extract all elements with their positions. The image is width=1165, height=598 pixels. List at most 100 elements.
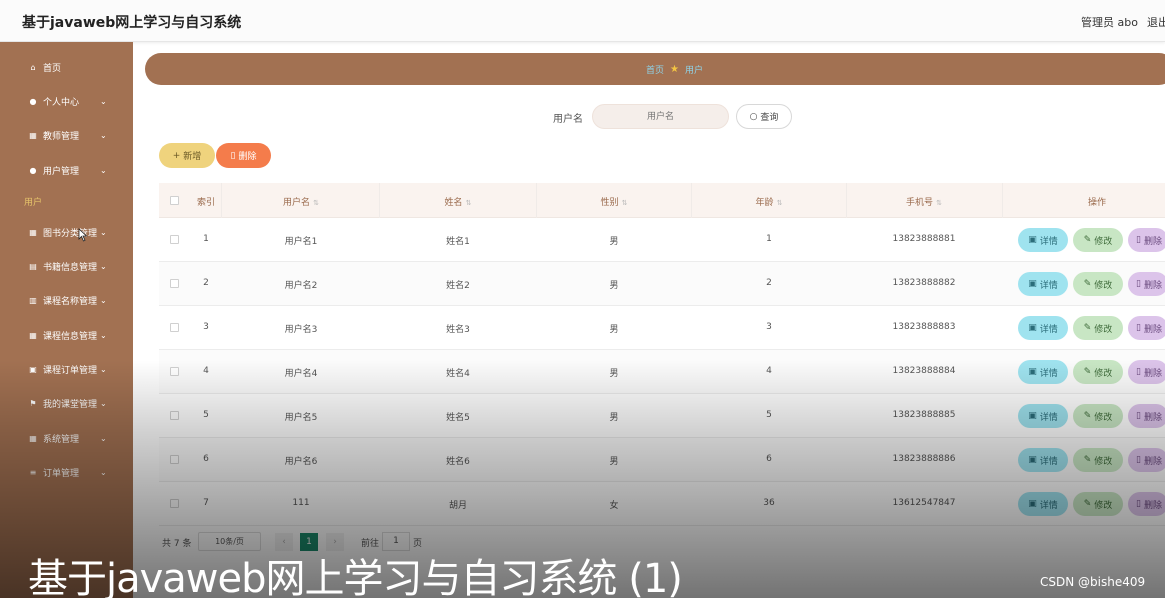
video-caption: 基于javaweb网上学习与自习系统 (1)	[28, 556, 683, 598]
edit-row-button[interactable]: ✎ 修改	[1073, 316, 1123, 340]
sidebar-item-2[interactable]: ▦ 教师管理 ⌄	[0, 120, 133, 150]
edit-row-button[interactable]: ✎ 修改	[1073, 228, 1123, 252]
trash-icon: ▯	[1136, 279, 1141, 289]
cell-phone: 13823888881	[892, 234, 956, 244]
header-username[interactable]: 用户名 ⇅	[283, 195, 319, 208]
edit-icon: ✎	[1083, 367, 1092, 377]
sidebar-item-label: 课程信息管理	[43, 331, 98, 342]
sidebar-item-6[interactable]: ▥ 课程名称管理 ⌄	[0, 285, 133, 315]
remove-row-button[interactable]: ▯ 删除	[1128, 404, 1165, 428]
cell-name: 姓名4	[446, 369, 470, 379]
row-checkbox[interactable]	[170, 499, 179, 508]
edit-row-button-label: 修改	[1094, 236, 1113, 247]
edit-row-button[interactable]: ✎ 修改	[1073, 448, 1123, 472]
remove-row-button-label: 删除	[1143, 280, 1162, 291]
detail-row-button-label: 详情	[1039, 412, 1058, 423]
sidebar-item-3[interactable]: ● 用户管理 ⌄	[0, 155, 133, 185]
cart-icon: ▣	[29, 364, 37, 374]
cell-phone: 13823888882	[892, 278, 956, 288]
header-gender[interactable]: 性别 ⇅	[601, 195, 628, 208]
header-name[interactable]: 姓名 ⇅	[445, 195, 472, 208]
header-phone[interactable]: 手机号 ⇅	[906, 195, 942, 208]
detail-row-button[interactable]: ▣ 详情	[1018, 448, 1068, 472]
delete-button-label: 删除	[238, 152, 257, 162]
logout-link[interactable]: 退出	[1147, 14, 1165, 30]
sidebar-item-7[interactable]: ▦ 课程信息管理 ⌄	[0, 320, 133, 350]
sidebar-item-0[interactable]: ⌂ 首页	[0, 52, 133, 82]
detail-icon: ▣	[1028, 455, 1037, 465]
edit-row-button[interactable]: ✎ 修改	[1073, 360, 1123, 384]
cell-idx: 4	[203, 366, 209, 376]
detail-row-button[interactable]: ▣ 详情	[1018, 404, 1068, 428]
remove-row-button-label: 删除	[1143, 236, 1162, 247]
detail-row-button[interactable]: ▣ 详情	[1018, 360, 1068, 384]
select-all-checkbox[interactable]	[170, 196, 179, 205]
cell-name: 姓名5	[446, 413, 470, 423]
chevron-down-icon: ⌄	[100, 364, 107, 374]
remove-row-button[interactable]: ▯ 删除	[1128, 360, 1165, 384]
header-age[interactable]: 年龄 ⇅	[756, 195, 783, 208]
header-index: 索引	[196, 198, 216, 208]
table-row: 1 用户名1 姓名1 男 1 13823888881 ▣ 详情 ✎ 修改 ▯ 删除	[159, 218, 1165, 262]
sidebar-item-10[interactable]: ▦ 系统管理 ⌄	[0, 423, 133, 453]
detail-row-button[interactable]: ▣ 详情	[1018, 272, 1068, 296]
add-button[interactable]: + 新增	[159, 143, 215, 168]
sidebar-item-1[interactable]: ● 个人中心 ⌄	[0, 86, 133, 116]
row-checkbox[interactable]	[170, 455, 179, 464]
edit-row-button[interactable]: ✎ 修改	[1073, 272, 1123, 296]
cell-phone: 13823888885	[892, 410, 956, 420]
edit-row-button-label: 修改	[1094, 324, 1113, 335]
cell-gender: 女	[609, 501, 619, 511]
row-checkbox[interactable]	[170, 235, 179, 244]
breadcrumb-home[interactable]: 首页	[646, 63, 664, 76]
chevron-down-icon: ⌄	[100, 295, 107, 305]
breadcrumb-current: 用户	[684, 66, 703, 76]
remove-row-button[interactable]: ▯ 删除	[1128, 448, 1165, 472]
sidebar-item-4[interactable]: ▦ 图书分类管理 ⌄	[0, 217, 133, 247]
remove-row-button[interactable]: ▯ 删除	[1128, 228, 1165, 252]
remove-row-button-label: 删除	[1143, 456, 1162, 467]
edit-row-button-label: 修改	[1094, 412, 1113, 423]
search-button-label: 查询	[760, 113, 779, 123]
row-checkbox[interactable]	[170, 323, 179, 332]
edit-row-button-label: 修改	[1094, 456, 1113, 467]
cell-username: 用户名5	[284, 413, 318, 423]
delete-button[interactable]: ▯ 删除	[216, 143, 271, 168]
flag-icon: ⚑	[29, 398, 37, 408]
row-checkbox[interactable]	[170, 279, 179, 288]
row-checkbox[interactable]	[170, 411, 179, 420]
sidebar-subitem-users[interactable]: 用户	[24, 195, 42, 208]
sidebar-item-label: 课程订单管理	[43, 365, 98, 376]
row-checkbox[interactable]	[170, 367, 179, 376]
detail-row-button[interactable]: ▣ 详情	[1018, 228, 1068, 252]
search-button[interactable]: ○ 查询	[736, 104, 792, 129]
sidebar-item-label: 首页	[43, 63, 62, 74]
search-input[interactable]	[592, 104, 729, 129]
edit-row-button[interactable]: ✎ 修改	[1073, 404, 1123, 428]
trash-icon: ▯	[230, 150, 236, 161]
sidebar-item-5[interactable]: ▤ 书籍信息管理 ⌄	[0, 251, 133, 281]
detail-row-button[interactable]: ▣ 详情	[1018, 316, 1068, 340]
edit-icon: ✎	[1083, 323, 1092, 333]
sidebar-item-label: 图书分类管理	[43, 228, 98, 239]
home-icon: ⌂	[30, 62, 36, 72]
user-icon: ●	[29, 165, 37, 175]
remove-row-button[interactable]: ▯ 删除	[1128, 272, 1165, 296]
edit-row-button[interactable]: ✎ 修改	[1073, 492, 1123, 516]
sidebar-item-8[interactable]: ▣ 课程订单管理 ⌄	[0, 354, 133, 384]
grid-icon: ▦	[29, 130, 37, 140]
sidebar-item-label: 个人中心	[43, 97, 80, 108]
detail-row-button-label: 详情	[1039, 324, 1058, 335]
chevron-down-icon: ⌄	[100, 398, 107, 408]
sidebar-item-9[interactable]: ⚑ 我的课堂管理 ⌄	[0, 388, 133, 418]
remove-row-button[interactable]: ▯ 删除	[1128, 492, 1165, 516]
remove-row-button[interactable]: ▯ 删除	[1128, 316, 1165, 340]
cell-name: 姓名6	[446, 457, 470, 467]
cell-phone: 13823888883	[892, 322, 956, 332]
sidebar-item-11[interactable]: ≡ 订单管理 ⌄	[0, 457, 133, 487]
detail-row-button[interactable]: ▣ 详情	[1018, 492, 1068, 516]
edit-icon: ✎	[1083, 411, 1092, 421]
cell-gender: 男	[609, 457, 619, 467]
cell-phone: 13823888886	[892, 454, 956, 464]
cell-gender: 男	[609, 237, 619, 247]
